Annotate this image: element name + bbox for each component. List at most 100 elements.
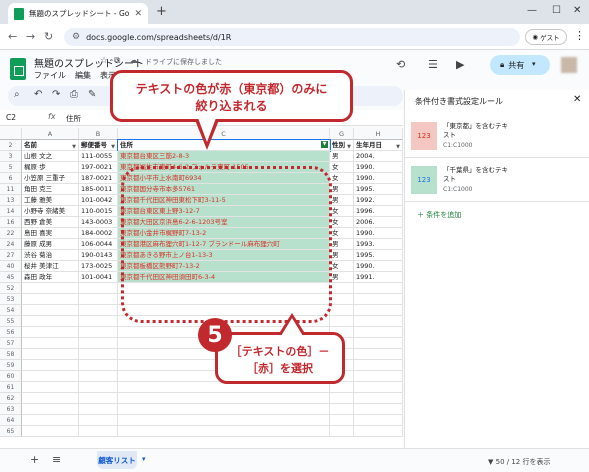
header-cell[interactable]: 名前 ▼	[22, 140, 79, 151]
row-header[interactable]: 3	[0, 151, 22, 162]
site-info-icon[interactable]: ⚙	[72, 32, 80, 42]
data-cell[interactable]: 1991.	[354, 272, 403, 283]
new-tab-icon[interactable]: +	[156, 4, 167, 19]
row-header[interactable]: 56	[0, 327, 22, 338]
browser-tab[interactable]: 無題のスプレッドシート - Google ス ✕	[8, 3, 148, 24]
data-cell[interactable]: 1992.	[354, 195, 403, 206]
header-cell[interactable]: 性別 ▼	[330, 140, 354, 151]
rule-item[interactable]: 123 「千葉県」を含むテキスト C1:C1000	[405, 158, 589, 202]
redo-icon[interactable]: ↷	[52, 89, 60, 100]
active-filter-icon[interactable]: ▼	[321, 141, 328, 148]
data-cell[interactable]: 渋谷 菊治	[22, 250, 79, 261]
reload-icon[interactable]: ↻	[44, 30, 53, 43]
data-cell[interactable]: 女	[330, 261, 354, 272]
data-cell[interactable]: 101-0041	[79, 272, 118, 283]
data-cell[interactable]: 女	[330, 173, 354, 184]
data-cell[interactable]: 187-0021	[79, 173, 118, 184]
filter-icon[interactable]: ▼	[111, 142, 115, 150]
data-cell[interactable]: 藤原 成男	[22, 239, 79, 250]
data-cell[interactable]: 184-0002	[79, 228, 118, 239]
data-cell[interactable]	[79, 393, 118, 404]
data-cell[interactable]	[22, 283, 79, 294]
menu-edit[interactable]: 編集	[75, 70, 91, 81]
row-header[interactable]: 53	[0, 294, 22, 305]
data-cell[interactable]: 女	[330, 162, 354, 173]
rule-item[interactable]: 123 「東京都」を含むテキスト C1:C1000	[405, 114, 589, 158]
data-cell[interactable]	[22, 393, 79, 404]
data-cell[interactable]	[79, 294, 118, 305]
formula-input[interactable]: 住所	[66, 113, 81, 124]
data-cell[interactable]	[22, 426, 79, 437]
back-icon[interactable]: ←	[8, 30, 17, 43]
move-icon[interactable]: ⧉	[114, 56, 120, 66]
row-header[interactable]: 24	[0, 239, 22, 250]
data-cell[interactable]	[22, 294, 79, 305]
data-cell[interactable]: 桜井 美津江	[22, 261, 79, 272]
data-cell[interactable]: 190-0143	[79, 250, 118, 261]
data-cell[interactable]	[354, 404, 403, 415]
sheets-logo-icon[interactable]	[10, 58, 26, 80]
filter-icon[interactable]: ▼	[396, 142, 400, 150]
data-cell[interactable]	[22, 404, 79, 415]
avatar[interactable]	[561, 57, 577, 73]
data-cell[interactable]: 男	[330, 184, 354, 195]
row-header[interactable]: 57	[0, 338, 22, 349]
data-cell[interactable]	[330, 316, 354, 327]
data-cell[interactable]: 男	[330, 250, 354, 261]
data-cell[interactable]: 1990.	[354, 162, 403, 173]
data-cell[interactable]	[22, 382, 79, 393]
data-cell[interactable]	[330, 294, 354, 305]
forward-icon[interactable]: →	[26, 30, 35, 43]
cell-reference[interactable]: C2	[6, 113, 16, 122]
data-cell[interactable]	[354, 283, 403, 294]
close-tab-icon[interactable]: ✕	[134, 9, 142, 19]
data-cell[interactable]	[354, 327, 403, 338]
data-cell[interactable]	[354, 316, 403, 327]
data-cell[interactable]: 男	[330, 195, 354, 206]
data-cell[interactable]: 女	[330, 217, 354, 228]
row-header[interactable]: 62	[0, 393, 22, 404]
cloud-status-icon[interactable]: ☁	[129, 56, 138, 66]
data-cell[interactable]	[22, 371, 79, 382]
data-cell[interactable]	[22, 316, 79, 327]
close-window-icon[interactable]: ✕	[573, 5, 581, 16]
row-header[interactable]: 63	[0, 404, 22, 415]
data-cell[interactable]	[22, 338, 79, 349]
data-cell[interactable]: 女	[330, 206, 354, 217]
data-cell[interactable]	[354, 382, 403, 393]
row-header[interactable]: 54	[0, 305, 22, 316]
data-cell[interactable]: 男	[330, 151, 354, 162]
column-header-b[interactable]: B	[79, 128, 118, 140]
data-cell[interactable]	[79, 349, 118, 360]
data-cell[interactable]	[118, 393, 330, 404]
data-cell[interactable]: 197-0021	[79, 162, 118, 173]
row-header[interactable]: 60	[0, 371, 22, 382]
data-cell[interactable]	[22, 349, 79, 360]
data-cell[interactable]	[22, 305, 79, 316]
data-cell[interactable]: 小笠原 三重子	[22, 173, 79, 184]
data-cell[interactable]	[354, 371, 403, 382]
data-cell[interactable]: 106-0044	[79, 239, 118, 250]
row-header[interactable]: 61	[0, 382, 22, 393]
minimize-icon[interactable]: —	[527, 5, 537, 16]
row-header[interactable]: 52	[0, 283, 22, 294]
sheet-tab-customer-list[interactable]: 顧客リスト	[97, 451, 137, 469]
column-header-a[interactable]: A	[22, 128, 79, 140]
data-cell[interactable]: 143-0003	[79, 217, 118, 228]
row-header[interactable]: 64	[0, 415, 22, 426]
data-cell[interactable]	[354, 360, 403, 371]
data-cell[interactable]: 山根 文之	[22, 151, 79, 162]
data-cell[interactable]	[22, 415, 79, 426]
data-cell[interactable]: 1995.	[354, 184, 403, 195]
add-sheet-icon[interactable]: +	[30, 453, 39, 466]
data-cell[interactable]	[79, 316, 118, 327]
row-header[interactable]: 2	[0, 140, 22, 151]
row-header[interactable]: 59	[0, 360, 22, 371]
data-cell[interactable]: 173-0025	[79, 261, 118, 272]
data-cell[interactable]	[354, 393, 403, 404]
row-header[interactable]: 13	[0, 195, 22, 206]
row-header[interactable]: 6	[0, 173, 22, 184]
data-cell[interactable]	[118, 404, 330, 415]
row-header[interactable]: 5	[0, 162, 22, 173]
paint-format-icon[interactable]: ✎	[88, 89, 96, 100]
